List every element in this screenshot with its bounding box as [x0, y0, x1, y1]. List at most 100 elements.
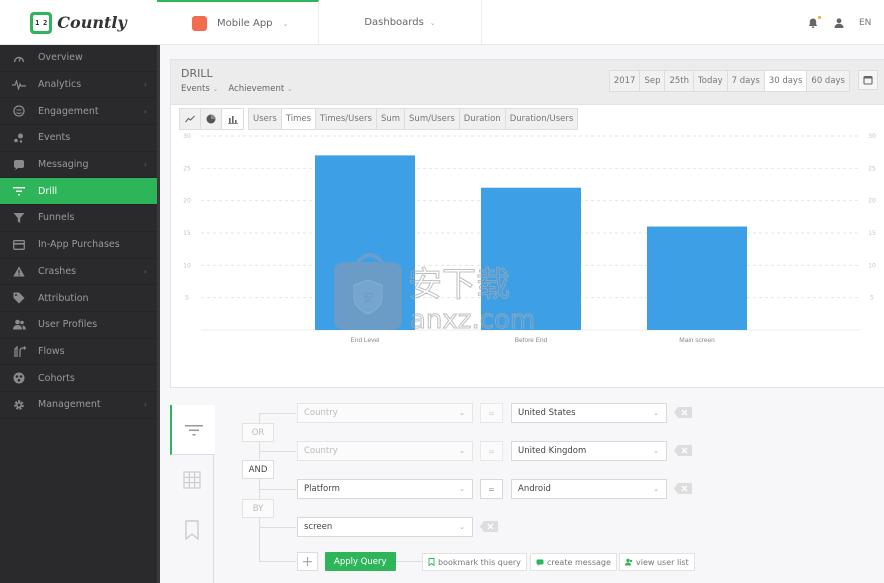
condition-operator-select[interactable]: = — [480, 441, 503, 461]
dashboards-selector[interactable]: Dashboards ⌄ — [319, 0, 482, 45]
delete-group-by-icon[interactable] — [480, 521, 498, 532]
condition-property-value: Platform — [304, 484, 340, 494]
sidebar-item-drill[interactable]: Drill — [0, 178, 157, 206]
app-selector[interactable]: Mobile App ⌄ — [157, 0, 319, 45]
bar-end-level[interactable] — [315, 155, 415, 330]
y-tick-label-left: 30 — [183, 133, 191, 140]
user-menu-button[interactable] — [833, 17, 845, 29]
event-type-selector[interactable]: Events ⌄ — [181, 84, 218, 94]
condition-property-value: Country — [304, 446, 338, 456]
sidebar-item-label: Flows — [38, 345, 65, 357]
delete-condition-icon[interactable] — [674, 407, 692, 418]
sidebar-item-analytics[interactable]: Analytics › — [0, 72, 157, 99]
countly-logo[interactable]: 12 Countly — [0, 0, 157, 45]
chart-panel: Users Times Times/Users Sum Sum/Users Duratio… — [170, 105, 884, 388]
group-by-value: screen — [304, 522, 333, 532]
sidebar-item-label: Analytics — [38, 79, 82, 91]
condition-value-select[interactable]: United Kingdom ⌄ — [511, 441, 667, 461]
grid-icon — [182, 471, 201, 489]
tab-filter[interactable] — [170, 405, 215, 455]
bookmark-query-button[interactable]: bookmark this query — [422, 553, 527, 571]
by-button[interactable]: BY — [242, 499, 274, 518]
sidebar-item-label: Cohorts — [38, 372, 75, 384]
dashboards-label: Dashboards — [364, 17, 424, 28]
sidebar-item-label: User Profiles — [38, 319, 98, 331]
add-condition-button[interactable]: + — [297, 552, 318, 571]
calendar-button[interactable] — [858, 70, 878, 90]
bar-chart-button[interactable] — [222, 109, 243, 129]
metric-times[interactable]: Times — [281, 109, 317, 129]
filter-icon — [184, 424, 203, 435]
delete-condition-icon[interactable] — [674, 483, 692, 494]
sidebar-item-label: Management — [38, 399, 101, 411]
delete-condition-icon[interactable] — [674, 445, 692, 456]
sidebar-item-engagement[interactable]: Engagement › — [0, 98, 157, 126]
sidebar-item-funnels[interactable]: Funnels — [0, 205, 157, 232]
condition-property-select[interactable]: Country ⌄ — [297, 441, 473, 461]
sidebar-item-in-app-purchases[interactable]: In-App Purchases — [0, 232, 157, 259]
date-preset-sep[interactable]: Sep — [640, 71, 666, 91]
chevron-right-icon: › — [143, 80, 147, 90]
sidebar-item-flows[interactable]: Flows — [0, 339, 157, 366]
date-preset-7-days[interactable]: 7 days — [728, 71, 765, 91]
tab-bookmarks[interactable] — [170, 505, 213, 555]
tab-table[interactable] — [170, 455, 213, 505]
metric-sum[interactable]: Sum — [377, 109, 406, 129]
app-name: Mobile App — [217, 18, 273, 29]
condition-operator-select[interactable]: = — [480, 479, 503, 499]
credit-card-icon — [12, 238, 26, 252]
sidebar-item-attribution[interactable]: Attribution — [0, 285, 157, 312]
event-name-selector[interactable]: Achievement ⌄ — [228, 84, 292, 94]
date-preset-today[interactable]: Today — [694, 71, 728, 91]
bar-main-screen[interactable] — [647, 226, 747, 330]
and-button[interactable]: AND — [242, 460, 274, 479]
chart-type-group — [179, 108, 244, 130]
sidebar-item-label: Messaging — [38, 159, 89, 171]
group-by-select[interactable]: screen ⌄ — [297, 517, 473, 537]
y-tick-label-right: 25 — [868, 165, 876, 172]
date-preset-30-days[interactable]: 30 days — [764, 71, 808, 91]
y-tick-label-right: 20 — [868, 198, 876, 205]
or-button[interactable]: OR — [242, 423, 274, 442]
language-selector[interactable]: EN — [859, 18, 879, 28]
condition-value-select[interactable]: Android ⌄ — [511, 479, 667, 499]
sidebar-item-events[interactable]: Events — [0, 125, 157, 152]
metric-users[interactable]: Users — [249, 109, 282, 129]
condition-operator-select[interactable]: = — [480, 403, 503, 423]
notifications-button[interactable] — [807, 15, 821, 29]
date-preset-2017[interactable]: 2017 — [610, 71, 641, 91]
chevron-down-icon: ⌄ — [653, 485, 659, 493]
sidebar-item-overview[interactable]: Overview — [0, 45, 157, 72]
funnel-icon — [12, 211, 26, 225]
date-preset-25th[interactable]: 25th — [665, 71, 695, 91]
sidebar-item-management[interactable]: Management › — [0, 392, 157, 419]
metric-duration-users[interactable]: Duration/Users — [506, 109, 578, 129]
apply-query-button[interactable]: Apply Query — [325, 552, 396, 571]
chevron-down-icon: ⌄ — [286, 85, 293, 93]
sidebar-item-cohorts[interactable]: Cohorts — [0, 365, 157, 392]
condition-property-select[interactable]: Platform ⌄ — [297, 479, 473, 499]
condition-value-select[interactable]: United States ⌄ — [511, 403, 667, 423]
smile-icon — [12, 104, 26, 118]
y-tick-label-left: 5 — [185, 295, 189, 302]
line-chart-button[interactable] — [180, 109, 201, 129]
bell-icon — [808, 18, 818, 28]
users-icon — [12, 318, 26, 332]
drill-header: DRILL Events ⌄ Achievement ⌄ 2017 Sep 25th… — [170, 59, 884, 105]
metric-group: Users Times Times/Users Sum Sum/Users Duratio… — [248, 108, 579, 130]
view-user-list-button[interactable]: view user list — [619, 553, 695, 571]
sidebar-item-label: Drill — [38, 185, 58, 197]
condition-property-value: Country — [304, 408, 338, 418]
create-message-button[interactable]: create message — [530, 553, 617, 571]
sidebar-item-user-profiles[interactable]: User Profiles — [0, 312, 157, 339]
sidebar-item-messaging[interactable]: Messaging › — [0, 152, 157, 179]
bar-before-end[interactable] — [481, 187, 581, 330]
sidebar-item-crashes[interactable]: Crashes › — [0, 259, 157, 286]
metric-duration[interactable]: Duration — [460, 109, 506, 129]
condition-property-select[interactable]: Country ⌄ — [297, 403, 473, 423]
x-category-label: Main screen — [679, 337, 715, 344]
metric-sum-users[interactable]: Sum/Users — [405, 109, 460, 129]
date-preset-60-days[interactable]: 60 days — [807, 71, 849, 91]
pie-chart-button[interactable] — [201, 109, 222, 129]
metric-times-users[interactable]: Times/Users — [316, 109, 377, 129]
